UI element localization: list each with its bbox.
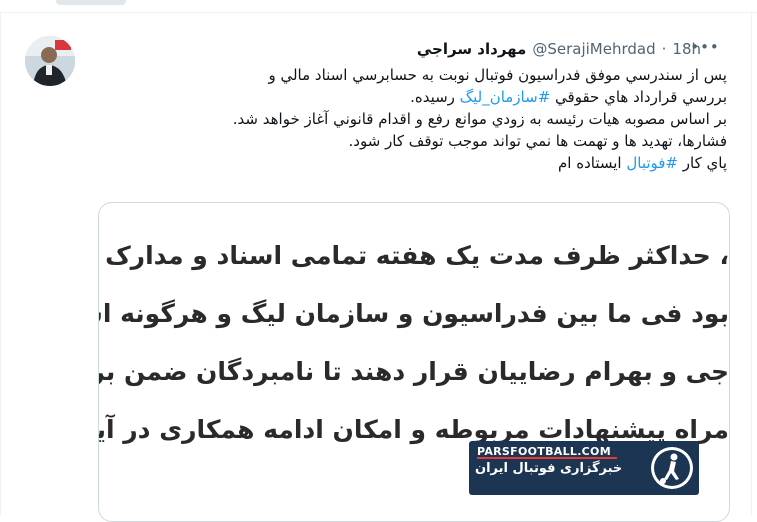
tweet-line-4: فشارها، تهديد ها و تهمت ها نمي تواند موج… [348, 132, 727, 150]
avatar[interactable] [25, 36, 75, 86]
author-name[interactable]: مهرداد سراجي [417, 40, 527, 58]
tweet-text: پس از سندرسي موفق فدراسيون فوتبال نوبت ب… [77, 64, 727, 174]
tweet-line-1: پس از سندرسي موفق فدراسيون فوتبال نوبت ب… [268, 66, 727, 84]
tweet-line-5-text: پاي كار [678, 154, 727, 172]
tweet-line-3: بر اساس مصوبه هيات رئيسه به زودي موانع ر… [232, 110, 727, 128]
hashtag-sazman-lig[interactable]: #سازمان_ليگ [460, 88, 551, 106]
tweet-media-image[interactable]: ، حداكثر ظرف مدت یک هفته تمامی اسناد و م… [98, 202, 730, 522]
tweet-line-5: پاي كار #فوتبال ايستاده ام [77, 152, 727, 174]
document-excerpt: ، حداكثر ظرف مدت یک هفته تمامی اسناد و م… [99, 227, 729, 459]
hashtag-football[interactable]: #فوتبال [626, 154, 678, 172]
parsfootball-watermark: PARSFOOTBALL.COM خبرگزاری فوتبال ایران [469, 441, 699, 495]
watermark-bar [477, 457, 617, 459]
top-divider-tab [56, 0, 126, 5]
tweet-header: مهرداد سراجي @SerajiMehrdad · 18h [417, 38, 701, 60]
tweet-line-2-text: بررسي قرارداد هاي حقوقي [550, 88, 727, 106]
parsfootball-logo-icon [651, 447, 693, 489]
document-line-3: جی و بهرام رضاییان قرار دهند تا نامبردگا… [99, 357, 729, 386]
header-separator: · [661, 40, 667, 58]
author-handle[interactable]: @SerajiMehrdad [532, 40, 655, 58]
document-line-1: ، حداكثر ظرف مدت یک هفته تمامی اسناد و م… [99, 241, 729, 270]
tweet-card[interactable]: مهرداد سراجي @SerajiMehrdad · 18h ••• پس… [0, 12, 752, 522]
tweet-line-2-suffix: رسيده. [410, 88, 460, 106]
document-line-2: بود فی ما بین فدراسیون و سازمان لیگ و هر… [99, 299, 729, 328]
tweet-line-2: بررسي قرارداد هاي حقوقي #سازمان_ليگ رسيد… [77, 86, 727, 108]
watermark-text: خبرگزاری فوتبال ایران [475, 461, 623, 476]
tweet-line-5-suffix: ايستاده ام [557, 154, 627, 172]
more-icon[interactable]: ••• [690, 36, 719, 58]
